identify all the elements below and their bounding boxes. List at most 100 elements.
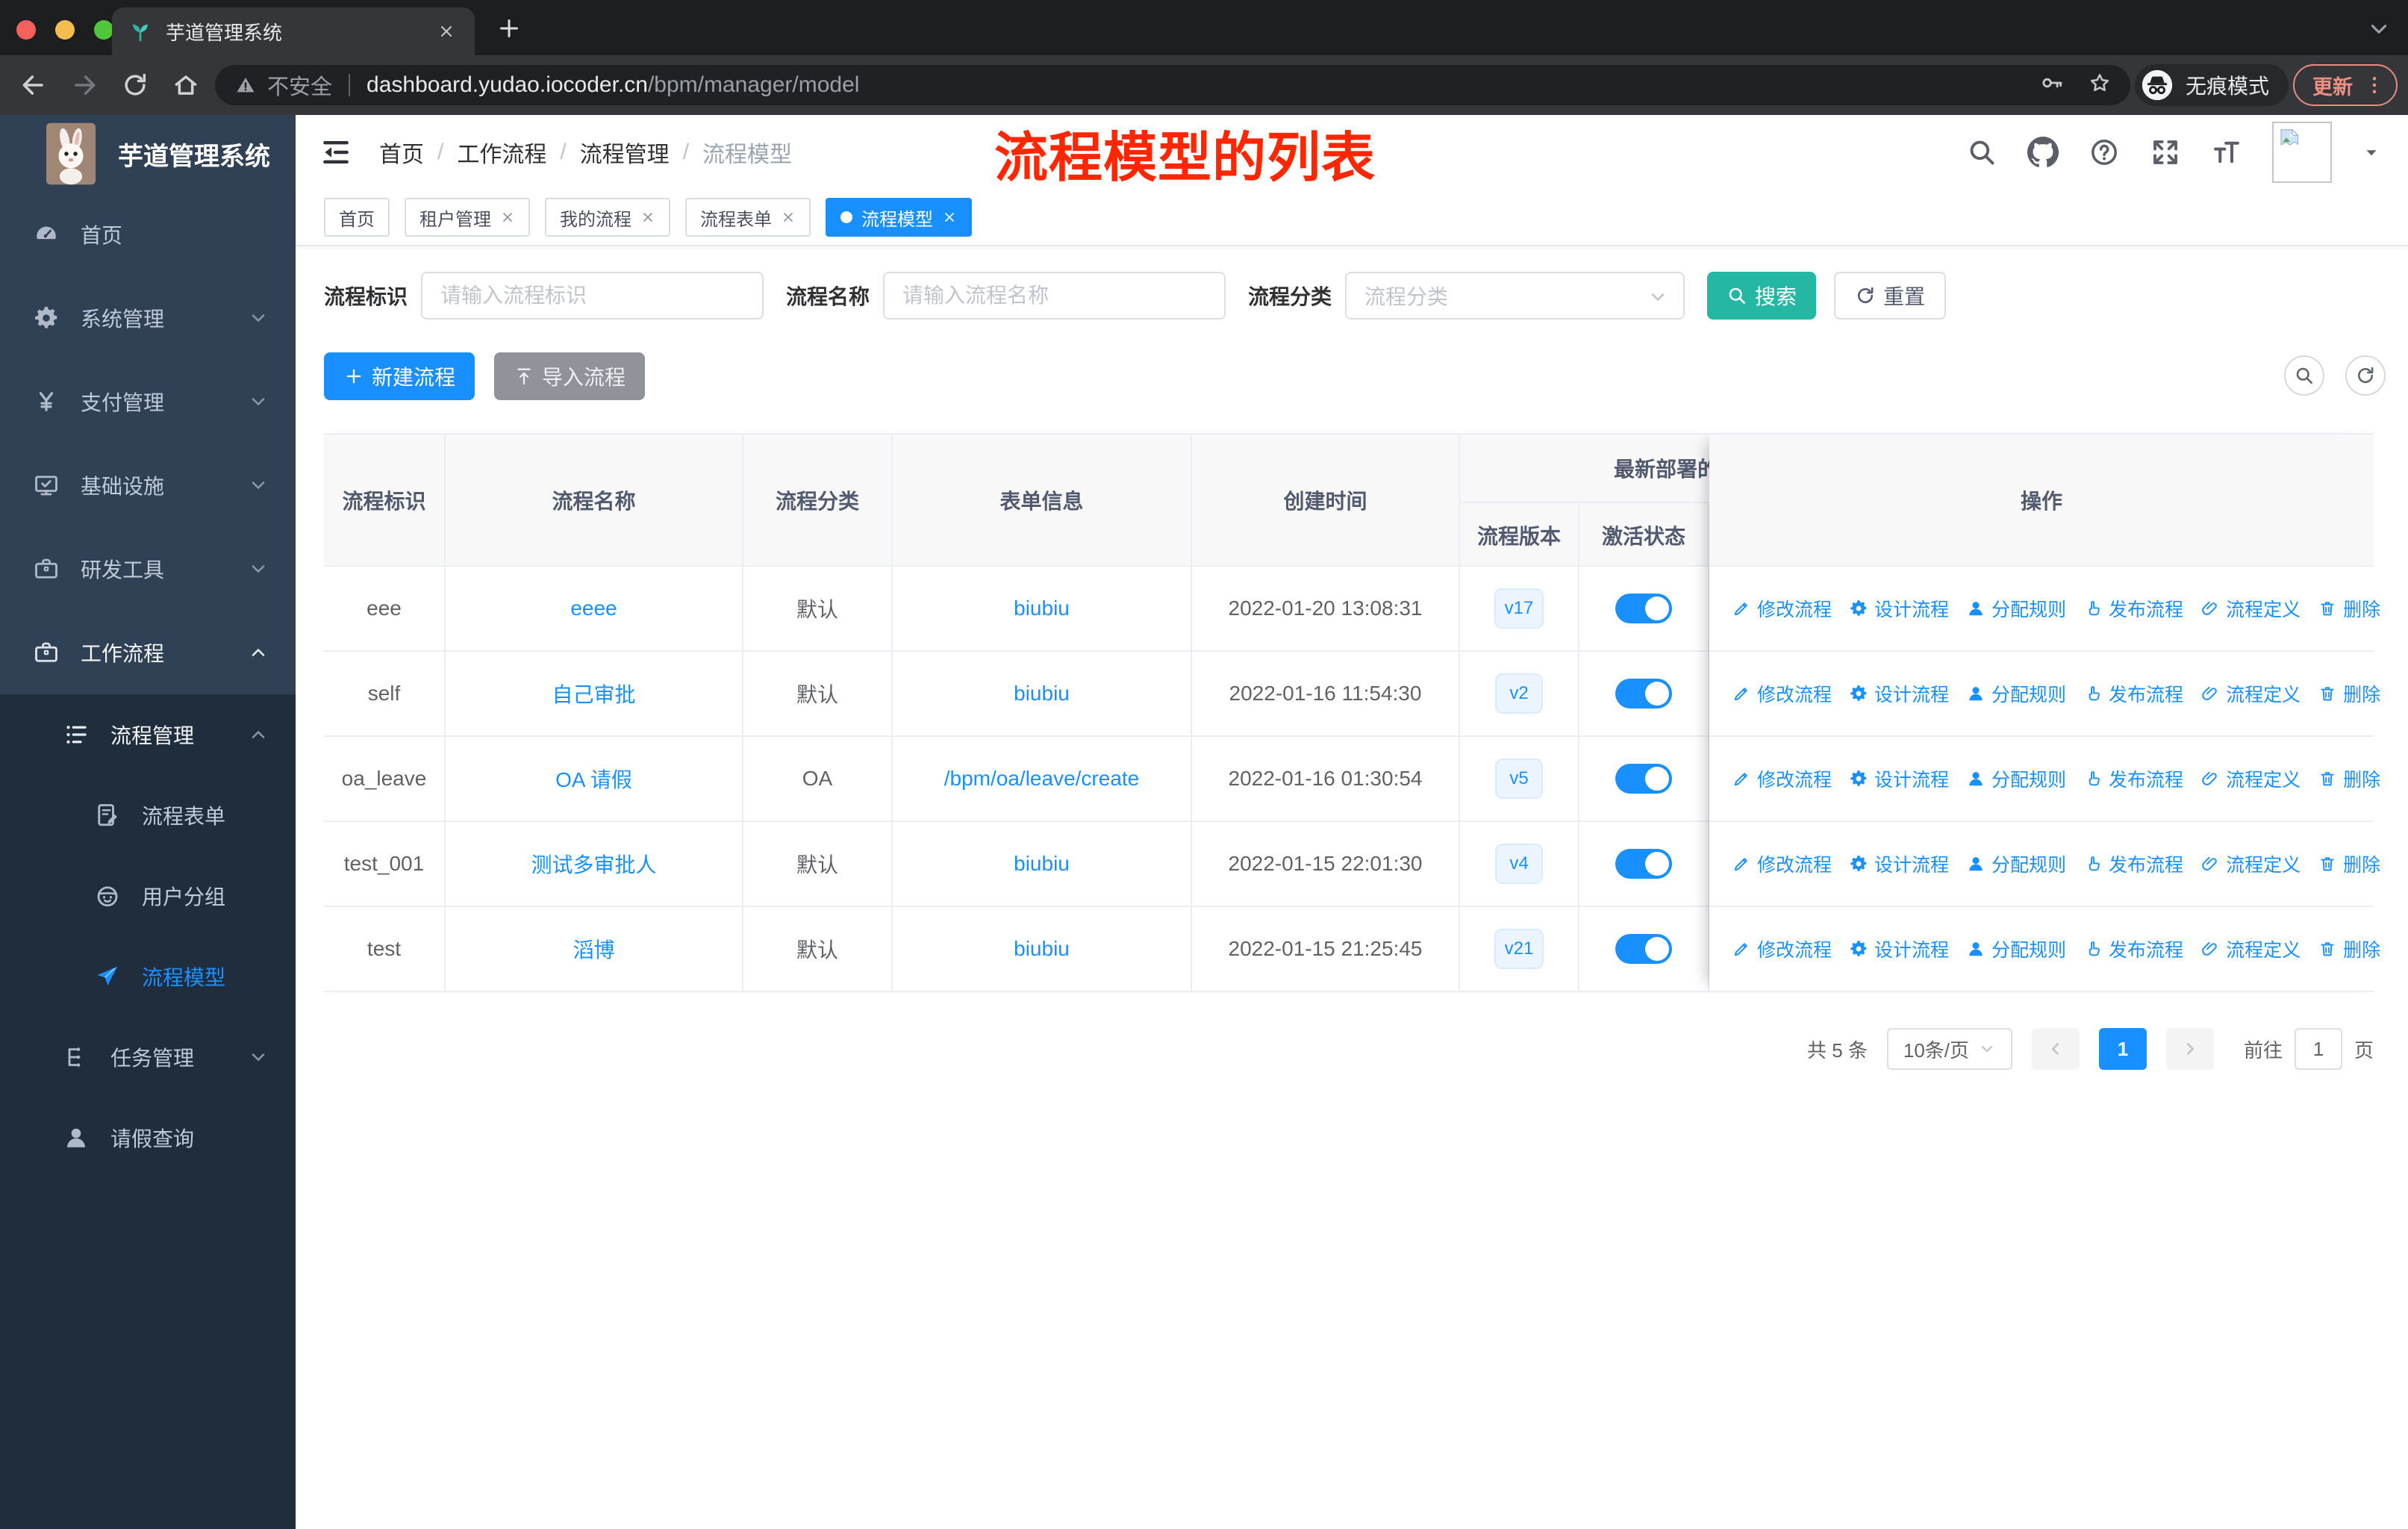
process-name-link[interactable]: 滔博 [573, 934, 614, 964]
browser-menu-icon[interactable] [2363, 74, 2386, 96]
avatar[interactable] [2272, 122, 2332, 183]
browser-update-button[interactable]: 更新 [2293, 64, 2398, 106]
search-button[interactable]: 搜索 [1707, 272, 1817, 320]
password-key-icon[interactable] [2039, 70, 2065, 96]
process-definition-link[interactable]: 流程定义 [2200, 765, 2301, 792]
modify-process-link[interactable]: 修改流程 [1732, 935, 1832, 962]
publish-process-link[interactable]: 发布流程 [2083, 595, 2183, 622]
modify-process-link[interactable]: 修改流程 [1732, 595, 1832, 622]
active-toggle[interactable] [1615, 934, 1672, 964]
back-button[interactable] [19, 71, 48, 99]
process-name-link[interactable]: eeee [570, 597, 617, 620]
assign-rule-link[interactable]: 分配规则 [1966, 765, 2066, 792]
prev-page-button[interactable] [2031, 1028, 2080, 1070]
process-definition-link[interactable]: 流程定义 [2200, 680, 2301, 707]
publish-process-link[interactable]: 发布流程 [2083, 680, 2183, 707]
forward-button[interactable] [70, 71, 99, 99]
breadcrumb-item[interactable]: 流程管理 [580, 136, 670, 169]
version-badge[interactable]: v4 [1495, 844, 1543, 884]
process-name-link[interactable]: OA 请假 [555, 764, 632, 794]
form-info-link[interactable]: biubiu [1014, 597, 1070, 620]
assign-rule-link[interactable]: 分配规则 [1966, 595, 2066, 622]
tab-close-icon[interactable] [434, 19, 458, 43]
sidebar-item-dev-tools[interactable]: 研发工具 [0, 527, 296, 611]
next-page-button[interactable] [2165, 1028, 2214, 1070]
active-toggle[interactable] [1615, 679, 1672, 709]
create-process-button[interactable]: 新建流程 [324, 352, 475, 400]
tag-my-process[interactable]: 我的流程 [545, 198, 670, 237]
bookmark-star-icon[interactable] [2087, 70, 2112, 96]
tag-home[interactable]: 首页 [324, 198, 390, 237]
sidebar-logo[interactable]: 芋道管理系统 [0, 115, 296, 193]
refresh-table-button[interactable] [2345, 355, 2386, 396]
delete-link[interactable]: 删除 [2318, 765, 2380, 792]
design-process-link[interactable]: 设计流程 [1849, 850, 1949, 877]
new-tab-button[interactable] [496, 15, 523, 42]
browser-tab[interactable]: 芋道管理系统 [112, 7, 475, 55]
design-process-link[interactable]: 设计流程 [1849, 935, 1949, 962]
delete-link[interactable]: 删除 [2318, 680, 2380, 707]
form-info-link[interactable]: biubiu [1014, 852, 1070, 876]
form-info-link[interactable]: /bpm/oa/leave/create [944, 767, 1140, 791]
address-bar[interactable]: 不安全 dashboard.yudao.iocoder.cn/bpm/manag… [215, 65, 2130, 105]
delete-link[interactable]: 删除 [2318, 850, 2380, 877]
close-icon[interactable] [500, 210, 515, 225]
sidebar-item-workflow[interactable]: 工作流程 [0, 611, 296, 694]
current-page[interactable]: 1 [2098, 1028, 2147, 1070]
sidebar-item-process-management[interactable]: 流程管理 [0, 694, 296, 775]
design-process-link[interactable]: 设计流程 [1849, 680, 1949, 707]
process-definition-link[interactable]: 流程定义 [2200, 595, 2301, 622]
process-name-link[interactable]: 自己审批 [552, 679, 635, 709]
delete-link[interactable]: 删除 [2318, 595, 2380, 622]
modify-process-link[interactable]: 修改流程 [1732, 765, 1832, 792]
font-size-icon[interactable] [2211, 137, 2242, 168]
close-window-button[interactable] [16, 20, 36, 40]
sidebar-item-process-model[interactable]: 流程模型 [0, 936, 296, 1017]
url-text[interactable]: dashboard.yudao.iocoder.cn/bpm/manager/m… [366, 72, 859, 98]
assign-rule-link[interactable]: 分配规则 [1966, 680, 2066, 707]
reset-button[interactable]: 重置 [1834, 272, 1947, 320]
github-icon[interactable] [2027, 137, 2059, 168]
modify-process-link[interactable]: 修改流程 [1732, 680, 1832, 707]
sidebar-item-payment[interactable]: 支付管理 [0, 360, 296, 443]
tab-search-chevron-icon[interactable] [2366, 16, 2392, 42]
version-badge[interactable]: v5 [1495, 759, 1543, 799]
publish-process-link[interactable]: 发布流程 [2083, 765, 2183, 792]
version-badge[interactable]: v2 [1495, 673, 1543, 714]
process-name-link[interactable]: 测试多审批人 [531, 849, 656, 879]
active-toggle[interactable] [1615, 594, 1672, 623]
tag-process-form[interactable]: 流程表单 [685, 198, 811, 237]
avatar-caret-icon[interactable] [2362, 143, 2381, 162]
goto-page-input[interactable] [2294, 1028, 2342, 1070]
close-icon[interactable] [942, 210, 957, 225]
process-definition-link[interactable]: 流程定义 [2200, 850, 2301, 877]
design-process-link[interactable]: 设计流程 [1849, 595, 1949, 622]
close-icon[interactable] [640, 210, 655, 225]
process-name-input[interactable] [883, 272, 1226, 320]
active-toggle[interactable] [1615, 849, 1672, 879]
form-info-link[interactable]: biubiu [1014, 937, 1070, 961]
close-icon[interactable] [781, 210, 796, 225]
page-size-select[interactable]: 10条/页 [1886, 1028, 2012, 1070]
reload-button[interactable] [121, 71, 149, 99]
minimize-window-button[interactable] [55, 20, 75, 40]
tag-tenant[interactable]: 租户管理 [405, 198, 530, 237]
sidebar-item-home[interactable]: 首页 [0, 193, 296, 276]
help-question-icon[interactable] [2089, 137, 2120, 168]
sidebar-item-system[interactable]: 系统管理 [0, 276, 296, 360]
category-select[interactable]: 流程分类 [1345, 272, 1685, 320]
active-toggle[interactable] [1615, 764, 1672, 794]
version-badge[interactable]: v17 [1494, 588, 1544, 629]
form-info-link[interactable]: biubiu [1014, 682, 1070, 706]
home-button[interactable] [172, 71, 200, 99]
assign-rule-link[interactable]: 分配规则 [1966, 935, 2066, 962]
sidebar-collapse-icon[interactable] [319, 136, 352, 169]
breadcrumb-item[interactable]: 工作流程 [457, 136, 546, 169]
breadcrumb-item[interactable]: 首页 [379, 136, 424, 169]
modify-process-link[interactable]: 修改流程 [1732, 850, 1832, 877]
search-icon[interactable] [1966, 137, 1997, 168]
delete-link[interactable]: 删除 [2318, 935, 2380, 962]
toggle-search-button[interactable] [2284, 355, 2324, 396]
design-process-link[interactable]: 设计流程 [1849, 765, 1949, 792]
process-key-input[interactable] [421, 272, 764, 320]
